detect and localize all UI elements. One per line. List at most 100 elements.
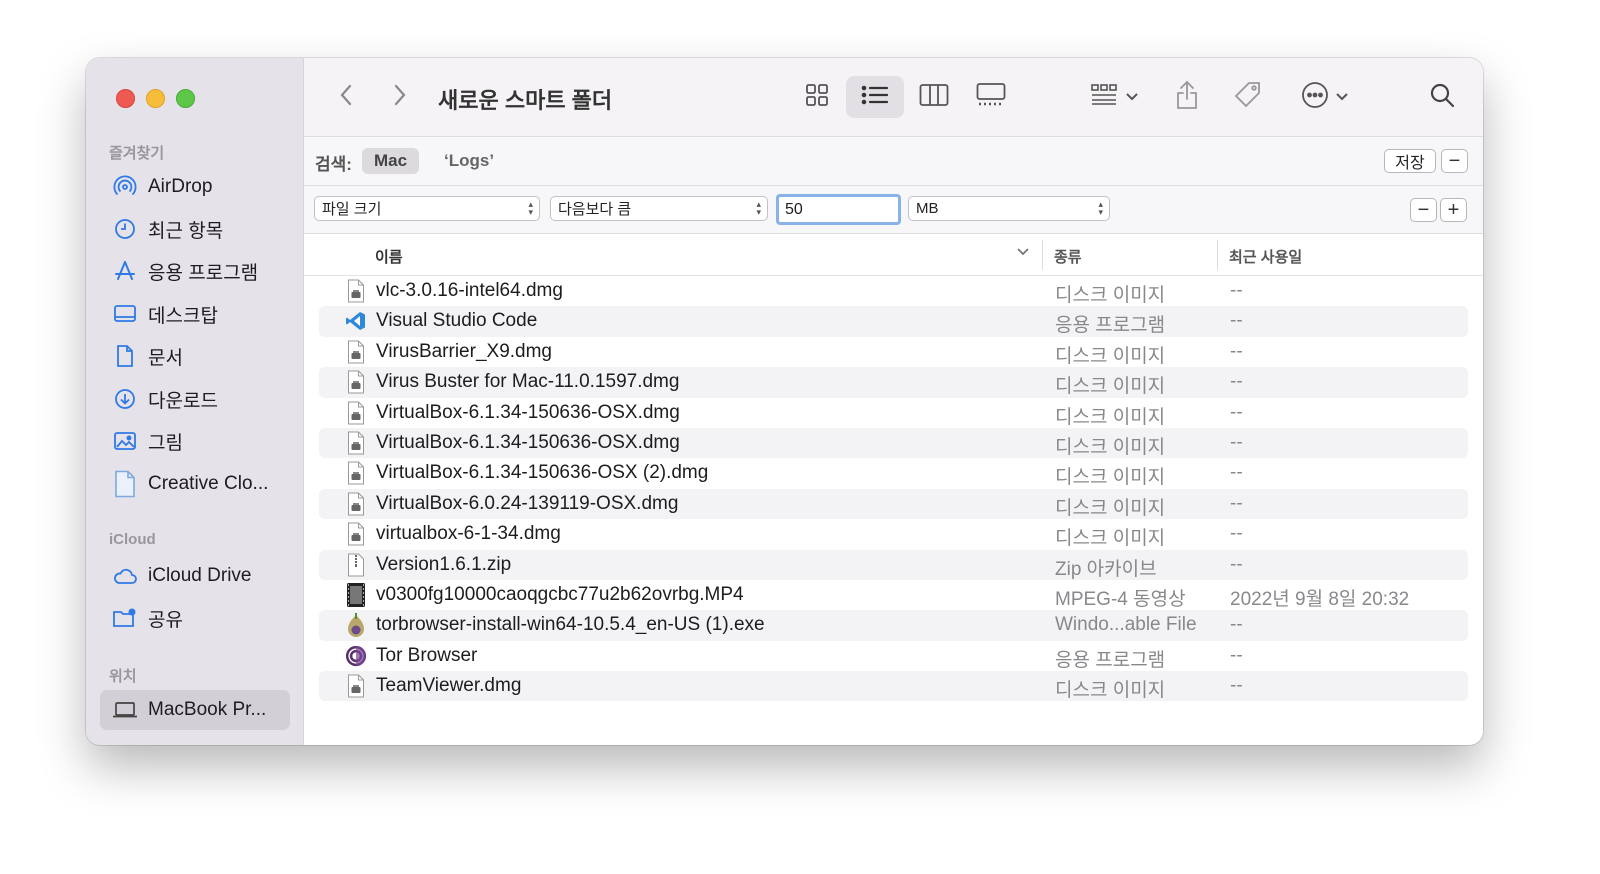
popup-arrows-icon: ▴ ▾ — [756, 199, 761, 217]
file-date: -- — [1230, 644, 1243, 666]
ellipsis-circle-icon — [1301, 81, 1329, 114]
sidebar-item-macbook[interactable]: MacBook Pr... — [100, 690, 290, 730]
search-button[interactable] — [1424, 76, 1460, 118]
back-button[interactable] — [332, 76, 360, 118]
add-criteria-button[interactable]: + — [1440, 198, 1467, 222]
attribute-popup[interactable]: 파일 크기 ▴ ▾ — [314, 196, 540, 221]
list-view-button[interactable] — [846, 76, 904, 118]
sidebar-item-shared[interactable]: 공유 — [100, 598, 290, 638]
sidebar-item-label: 응용 프로그램 — [148, 262, 259, 284]
search-scope-label: 검색: — [315, 155, 352, 174]
file-name: v0300fg10000caoqgcbc77u2b62ovrbg.MP4 — [376, 583, 744, 605]
forward-button[interactable] — [386, 76, 414, 118]
sidebar-item-applications[interactable]: 응용 프로그램 — [100, 251, 290, 291]
file-date: -- — [1230, 371, 1243, 393]
unit-popup[interactable]: MB ▴ ▾ — [908, 196, 1110, 221]
sort-chevron-icon[interactable] — [1016, 244, 1030, 261]
file-list: 이름 종류 최근 사용일 vlc-3.0.16-intel64.dmg 디스크 이… — [304, 234, 1483, 745]
laptop-icon — [112, 697, 138, 723]
action-menu-button[interactable] — [1294, 76, 1354, 118]
zoom-window-button[interactable] — [176, 89, 195, 108]
file-kind: 디스크 이미지 — [1055, 497, 1166, 519]
scope-logs-button[interactable]: ‘Logs’ — [444, 151, 494, 171]
file-row[interactable]: VirtualBox-6.1.34-150636-OSX.dmg 디스크 이미지 -… — [319, 398, 1468, 428]
sidebar-item-label: 최근 항목 — [148, 220, 224, 242]
disk-image-icon — [345, 370, 367, 394]
scope-mac-button[interactable]: Mac — [362, 148, 420, 174]
sidebar-item-icloud-drive[interactable]: iCloud Drive — [100, 556, 290, 596]
close-window-button[interactable] — [116, 89, 135, 108]
group-by-button[interactable] — [1084, 76, 1144, 118]
sidebar-item-airdrop[interactable]: AirDrop — [100, 167, 290, 207]
search-criteria-bar: 파일 크기 ▴ ▾ 다음보다 큼 ▴ ▾ 50 MB ▴ ▾ − + — [304, 186, 1483, 234]
share-button[interactable] — [1170, 76, 1204, 118]
file-row[interactable]: Visual Studio Code 응용 프로그램 -- — [319, 306, 1468, 337]
file-name: VirtualBox-6.1.34-150636-OSX.dmg — [376, 431, 680, 453]
sidebar-item-pictures[interactable]: 그림 — [100, 421, 290, 461]
file-row[interactable]: torbrowser-install-win64-10.5.4_en-US (1… — [319, 610, 1468, 641]
column-divider[interactable] — [1042, 240, 1043, 270]
file-row[interactable]: v0300fg10000caoqgcbc77u2b62ovrbg.MP4 MPEG… — [319, 580, 1468, 610]
column-divider[interactable] — [1217, 240, 1218, 270]
disk-image-icon — [345, 522, 367, 546]
window-title: 새로운 스마트 폴더 — [438, 88, 613, 113]
file-name: Visual Studio Code — [376, 310, 538, 332]
disk-image-icon — [345, 401, 367, 425]
attribute-popup-value: 파일 크기 — [322, 201, 382, 218]
sidebar-item-desktop[interactable]: 데스크탑 — [100, 294, 290, 334]
tag-button[interactable] — [1229, 76, 1267, 118]
sidebar-item-documents[interactable]: 문서 — [100, 336, 290, 376]
column-view-button[interactable] — [911, 76, 957, 118]
chevron-right-icon — [393, 83, 407, 112]
icon-view-button[interactable] — [792, 76, 842, 118]
shared-folder-icon — [112, 605, 138, 631]
remove-scope-button[interactable]: − — [1441, 149, 1468, 173]
sidebar-item-downloads[interactable]: 다운로드 — [100, 379, 290, 419]
save-search-button[interactable]: 저장 — [1384, 149, 1436, 173]
gallery-view-button[interactable] — [966, 76, 1016, 118]
unit-popup-value: MB — [916, 200, 939, 217]
file-row[interactable]: VirtualBox-6.1.34-150636-OSX.dmg 디스크 이미지 -… — [319, 427, 1468, 459]
operator-popup[interactable]: 다음보다 큼 ▴ ▾ — [550, 196, 768, 221]
file-row[interactable]: Tor Browser 응용 프로그램 -- — [319, 641, 1468, 671]
file-row[interactable]: virtualbox-6-1-34.dmg 디스크 이미지 -- — [319, 519, 1468, 549]
file-row[interactable]: Version1.6.1.zip Zip 아카이브 -- — [319, 549, 1468, 580]
sidebar-item-recents[interactable]: 최근 항목 — [100, 209, 290, 249]
file-name: virtualbox-6-1-34.dmg — [376, 523, 561, 545]
file-kind: 디스크 이미지 — [1055, 528, 1166, 550]
video-icon — [345, 582, 367, 607]
minimize-window-button[interactable] — [146, 89, 165, 108]
sidebar-item-label: 문서 — [148, 347, 183, 369]
file-row[interactable]: TeamViewer.dmg 디스크 이미지 -- — [319, 671, 1468, 702]
sidebar-item-label: iCloud Drive — [148, 565, 252, 586]
file-name: VirusBarrier_X9.dmg — [376, 340, 553, 362]
file-row[interactable]: VirtualBox-6.0.24-139119-OSX.dmg 디스크 이미지 -… — [319, 488, 1468, 520]
file-kind: 디스크 이미지 — [1055, 680, 1166, 702]
column-kind-header[interactable]: 종류 — [1054, 246, 1082, 267]
size-value-field[interactable]: 50 — [776, 194, 901, 225]
column-name-header[interactable]: 이름 — [375, 246, 403, 267]
column-date-header[interactable]: 최근 사용일 — [1229, 246, 1302, 267]
file-date: -- — [1230, 431, 1243, 453]
columns-icon — [919, 83, 949, 112]
file-date: -- — [1230, 675, 1243, 697]
disk-image-icon — [345, 340, 367, 364]
remove-criteria-button[interactable]: − — [1410, 198, 1437, 222]
disk-image-icon — [345, 461, 367, 485]
file-kind: 디스크 이미지 — [1055, 406, 1166, 428]
search-scope-bar: 검색: Mac ‘Logs’ 저장 − — [304, 137, 1483, 186]
zip-icon — [345, 553, 367, 577]
disk-image-icon — [345, 431, 367, 455]
sidebar: 즐겨찾기 AirDrop 최근 항목 응용 프로그램 데스크탑 문서 다운로드 … — [86, 58, 304, 745]
chevron-down-icon — [1335, 88, 1348, 106]
file-date: -- — [1230, 280, 1243, 301]
popup-arrows-icon: ▴ ▾ — [1098, 199, 1103, 217]
file-kind: MPEG-4 동영상 — [1055, 588, 1186, 610]
sidebar-item-creative-cloud[interactable]: Creative Clo... — [100, 464, 290, 504]
file-row[interactable]: Virus Buster for Mac-11.0.1597.dmg 디스크 이미… — [319, 367, 1468, 398]
file-row[interactable]: VirtualBox-6.1.34-150636-OSX (2).dmg 디스크 … — [319, 458, 1468, 488]
sidebar-item-label: MacBook Pr... — [148, 699, 267, 720]
file-row[interactable]: VirusBarrier_X9.dmg 디스크 이미지 -- — [319, 337, 1468, 367]
file-kind: 디스크 이미지 — [1055, 436, 1166, 458]
file-row[interactable]: vlc-3.0.16-intel64.dmg 디스크 이미지 -- — [319, 276, 1468, 306]
